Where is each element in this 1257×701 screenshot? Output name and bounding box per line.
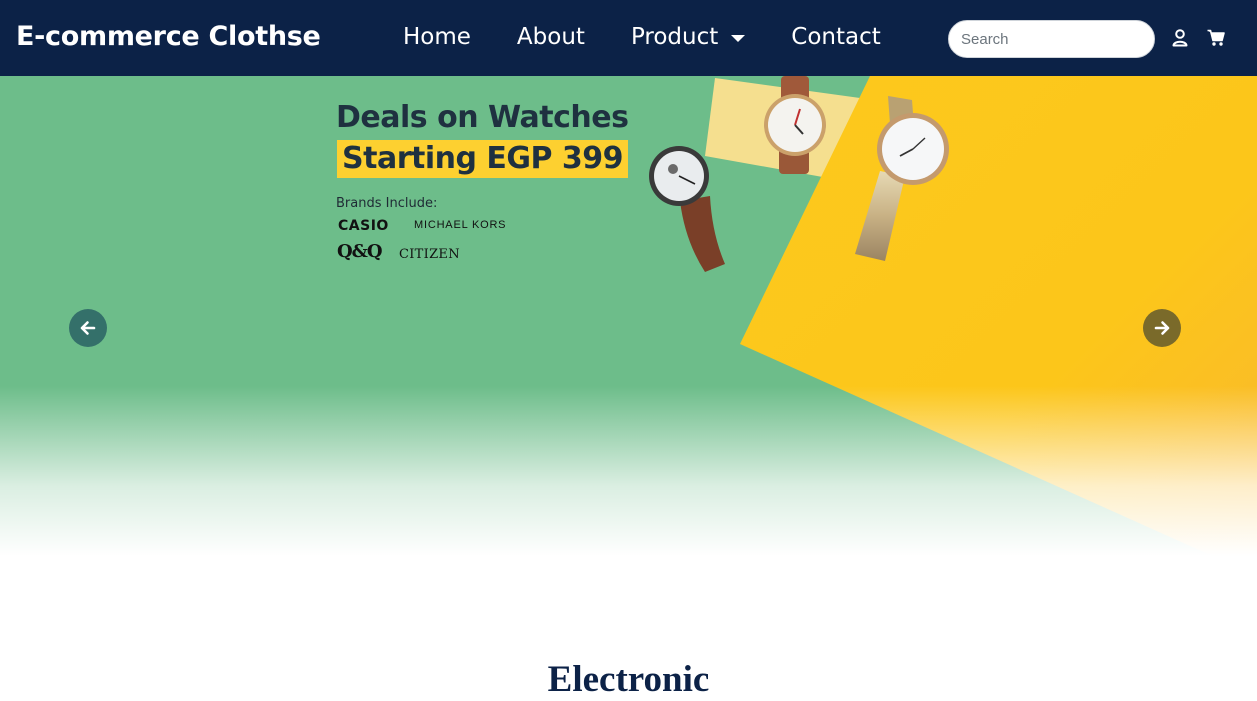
nav-link-contact[interactable]: Contact	[791, 24, 880, 50]
section-title: Electronic	[547, 659, 710, 700]
brand-logo-qq: Q&Q	[337, 241, 383, 262]
nav-dropdown-product-label: Product	[630, 24, 719, 50]
arrow-left-icon	[80, 321, 96, 335]
brand-logo-michael-kors: MICHAEL KORS	[414, 219, 507, 231]
cart-icon[interactable]	[1207, 29, 1225, 47]
brand-logo-casio: CASIO	[338, 218, 389, 234]
chevron-down-icon	[731, 34, 746, 42]
carousel-prev-button[interactable]	[69, 309, 107, 347]
arrow-right-icon	[1154, 321, 1170, 335]
brands-label: Brands Include:	[336, 196, 438, 211]
hero-banner-image	[0, 76, 1257, 576]
carousel-next-button[interactable]	[1143, 309, 1181, 347]
user-icon[interactable]	[1172, 29, 1190, 47]
hero-title: Deals on Watches	[336, 100, 629, 135]
brand-logo[interactable]: E-commerce Clothse	[16, 21, 321, 52]
nav-links: Home About Product Contact	[403, 24, 927, 50]
nav-link-home[interactable]: Home	[403, 24, 471, 50]
navbar: E-commerce Clothse Home About Product Co…	[0, 0, 1257, 76]
search-input[interactable]	[948, 20, 1155, 58]
hero-price-banner: Starting EGP 399	[337, 140, 629, 178]
brand-logo-citizen: CITIZEN	[399, 247, 460, 262]
nav-link-about[interactable]: About	[517, 24, 585, 50]
hero-carousel: Deals on Watches Starting EGP 399 Brands…	[0, 76, 1257, 576]
nav-dropdown-product[interactable]: Product	[630, 24, 746, 50]
